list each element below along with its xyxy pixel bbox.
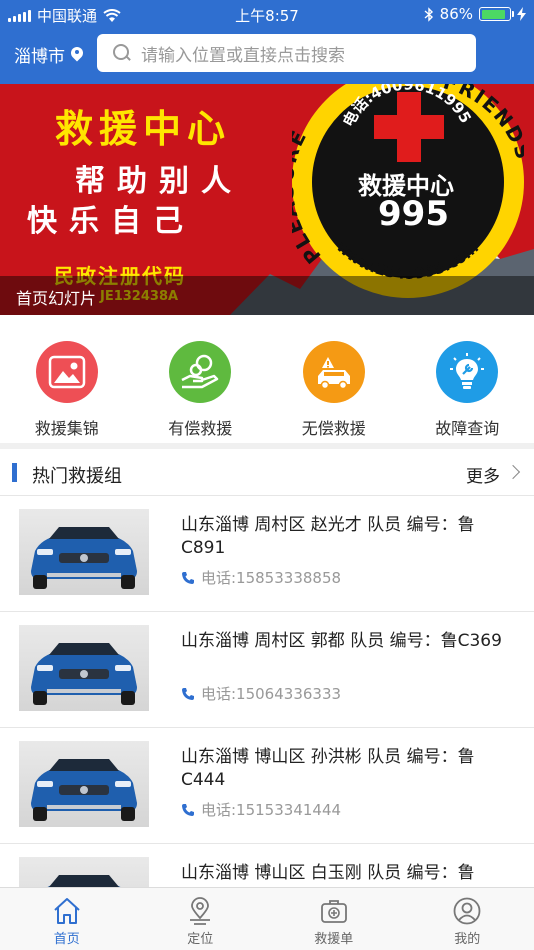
tab-location[interactable]: 定位 (134, 888, 268, 950)
chevron-right-icon[interactable] (505, 464, 521, 480)
banner-title: 救援中心 (55, 106, 232, 151)
quick-action-gallery[interactable]: 救援集锦 (0, 315, 134, 443)
city-name: 淄博市 (14, 47, 65, 67)
charging-icon (517, 7, 526, 21)
car-thumbnail (19, 741, 149, 827)
list-item[interactable]: 山东淄博 周村区 郭都 队员 编号：鲁C369 电话:15064336333 (0, 612, 534, 728)
search-icon (113, 44, 131, 62)
rescuer-phone: 电话:15153341444 (201, 801, 342, 819)
tab-profile[interactable]: 我的 (401, 888, 534, 950)
image-icon (35, 341, 98, 403)
app-header: 淄博市 请输入位置或直接点击搜索 (0, 28, 534, 84)
car-thumbnail (19, 625, 149, 711)
top-bar: 中国联通 上午8:57 86% 淄博市 请输入位置或直接点击搜索 (0, 0, 534, 84)
home-icon (54, 898, 80, 924)
city-selector[interactable]: 淄博市 (14, 42, 83, 67)
badge-ring-left: PLEASURE (292, 125, 324, 268)
quick-action-paid-rescue[interactable]: 有偿救援 (134, 315, 268, 443)
bottom-tab-bar: 首页 定位 救援单 我的 (0, 887, 534, 950)
quick-action-label: 无偿救援 (301, 419, 366, 438)
banner-caption: 首页幻灯片 (16, 289, 97, 308)
rescue-list: 山东淄博 周村区 赵光才 队员 编号：鲁C891 电话:15853338858 … (0, 496, 534, 950)
medical-kit-icon (320, 900, 347, 923)
tow-truck-icon (302, 341, 365, 403)
banner-slogan-2: 快乐自己 (27, 204, 195, 239)
battery-icon (479, 7, 514, 21)
rescuer-title: 山东淄博 周村区 郭都 队员 编号：鲁C369 (181, 631, 502, 651)
svg-text:PLEASURE: PLEASURE (292, 125, 326, 268)
list-item[interactable]: 山东淄博 博山区 孙洪彬 队员 编号：鲁C444 电话:15153341444 (0, 728, 534, 844)
quick-action-fault-query[interactable]: 故障查询 (401, 315, 534, 443)
battery-percent: 86% (439, 5, 473, 23)
user-icon (453, 897, 481, 925)
location-icon (190, 897, 211, 925)
quick-action-label: 故障查询 (435, 419, 500, 438)
section-header: 热门救援组 更多 (0, 449, 534, 496)
phone-icon (182, 687, 194, 700)
bluetooth-icon (424, 6, 433, 22)
rescuer-phone: 电话:15064336333 (201, 685, 342, 703)
badge-number: 995 (378, 194, 449, 234)
section-accent-bar (12, 463, 17, 482)
rescuer-title: 山东淄博 博山区 白玉刚 队员 编号：鲁 (181, 863, 475, 883)
rescuer-title: 山东淄博 博山区 孙洪彬 队员 编号：鲁C444 (181, 747, 475, 790)
car-thumbnail (19, 509, 149, 595)
rescuer-phone: 电话:15853338858 (201, 569, 342, 587)
rescuer-title: 山东淄博 周村区 赵光才 队员 编号：鲁C891 (181, 515, 475, 558)
location-pin-icon (71, 47, 83, 63)
tab-home[interactable]: 首页 (0, 888, 134, 950)
quick-action-free-rescue[interactable]: 无偿救援 (267, 315, 401, 443)
tab-label: 首页 (53, 932, 80, 947)
status-bar: 中国联通 上午8:57 86% (0, 0, 534, 28)
quick-action-label: 救援集锦 (34, 419, 99, 438)
lightbulb-wrench-icon (436, 341, 499, 403)
banner-carousel[interactable]: 救援中心 帮助别人 快乐自己 民政注册代码 JE132438A PLEASURE… (0, 84, 534, 315)
section-title: 热门救援组 (32, 466, 122, 487)
more-link[interactable]: 更多 (466, 462, 500, 487)
paid-hand-icon (169, 341, 232, 403)
search-input[interactable]: 请输入位置或直接点击搜索 (97, 34, 476, 72)
tab-rescue-orders[interactable]: 救援单 (267, 888, 401, 950)
search-placeholder: 请输入位置或直接点击搜索 (141, 45, 345, 66)
tab-label: 定位 (187, 932, 214, 947)
tab-label: 救援单 (314, 932, 354, 947)
phone-icon (182, 571, 194, 584)
quick-action-label: 有偿救援 (168, 419, 233, 438)
quick-actions: 救援集锦 有偿救援 无偿救援 故障查询 (0, 315, 534, 443)
banner-slogan-1: 帮助别人 (75, 164, 243, 199)
tab-label: 我的 (454, 932, 481, 947)
list-item[interactable]: 山东淄博 周村区 赵光才 队员 编号：鲁C891 电话:15853338858 (0, 496, 534, 612)
phone-icon (182, 803, 194, 816)
